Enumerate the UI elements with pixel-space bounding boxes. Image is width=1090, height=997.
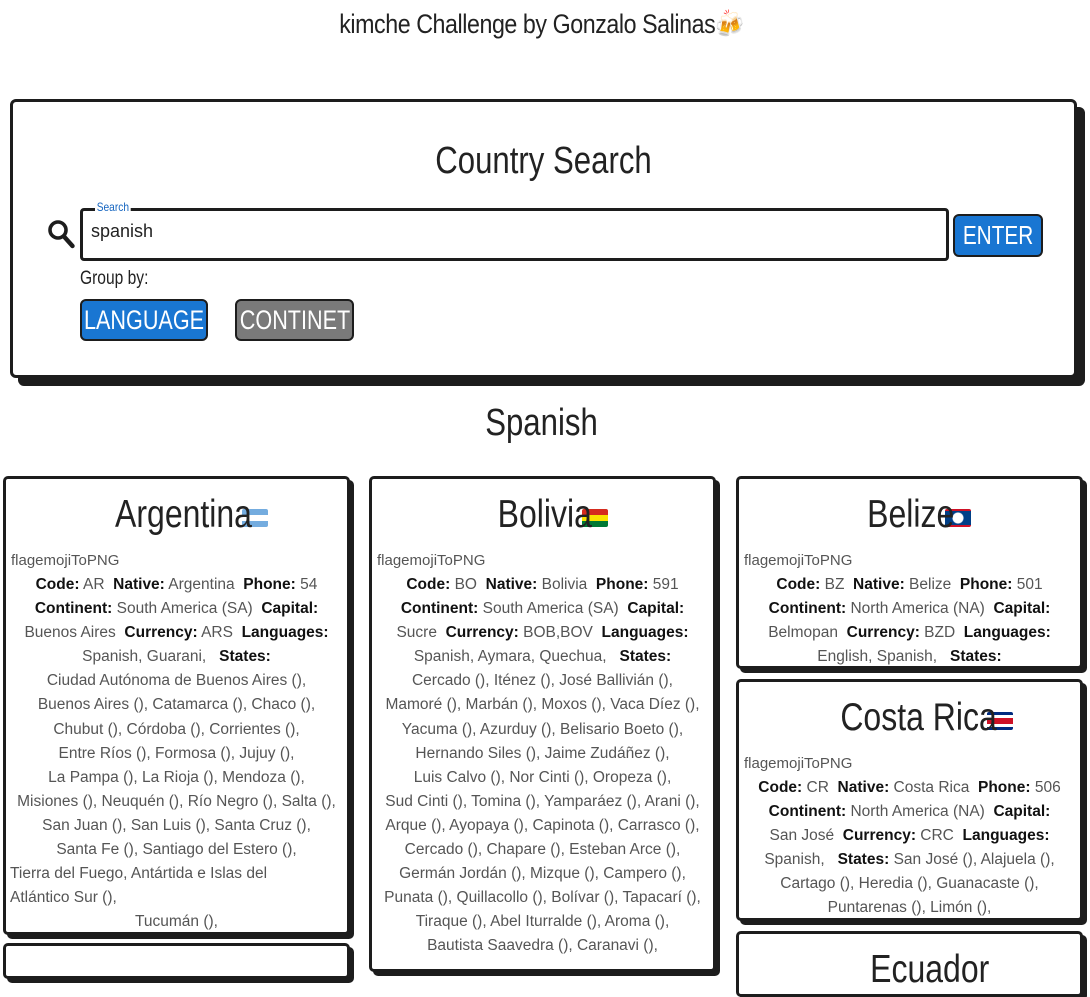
country-name: Argentina [115, 493, 252, 536]
app-title: kimche Challenge by Gonzalo Salinas🍻 [339, 9, 744, 39]
enter-button[interactable]: ENTER [953, 214, 1043, 257]
search-icon[interactable] [47, 219, 75, 249]
states-line: Puntarenas (), Limón (), [827, 899, 992, 917]
states-line: Sud Cinti (), Tomina (), Yamparáez (), A… [385, 792, 700, 810]
country-card-belize: Belize flagemojiToPNG Code: BZ Native: B… [736, 476, 1083, 669]
country-card-bolivia: Bolivia flagemojiToPNG Code: BO Native: … [369, 476, 716, 972]
flag-image-alt: flagemojiToPNG [744, 552, 853, 569]
group-by-label: Group by: [80, 268, 149, 289]
states-line: Luis Calvo (), Nor Cinti (), Oropeza (), [413, 768, 672, 786]
states-line: Atlántico Sur (), [10, 889, 117, 907]
states-line: Arque (), Ayopaya (), Capinota (), Carra… [385, 816, 700, 834]
states-line: Misiones (), Neuquén (), Río Negro (), S… [17, 792, 336, 810]
country-card-costa-rica: Costa Rica flagemojiToPNG Code: CR Nativ… [736, 679, 1083, 921]
states-line: Tiraque (), Abel Iturralde (), Aroma (), [415, 913, 670, 931]
states-line: Bautista Saavedra (), Caranavi (), [427, 937, 658, 955]
country-name: Ecuador [870, 948, 990, 991]
states-line: San Juan (), San Luis (), Santa Cruz (), [42, 816, 311, 834]
country-card-next [3, 943, 350, 979]
states-line: La Pampa (), La Rioja (), Mendoza (), [48, 768, 305, 786]
states-line: Tucumán (), [135, 913, 218, 931]
states-line: Ciudad Autónoma de Buenos Aires (), [46, 672, 307, 690]
country-card-argentina: Argentina flagemojiToPNG Code: AR Native… [3, 476, 350, 935]
group-by-language-button[interactable]: LANGUAGE [80, 299, 208, 341]
group-title: Spanish [485, 402, 598, 444]
flag-image-alt: flagemojiToPNG [377, 552, 486, 569]
search-field-label: Search [95, 200, 131, 214]
states-line: Cercado (), Chapare (), Esteban Arce (), [404, 841, 681, 859]
search-input[interactable] [91, 221, 931, 242]
group-by-continent-button[interactable]: CONTINET [235, 299, 354, 341]
states-line: Hernando Siles (), Jaime Zudáñez (), [415, 744, 670, 762]
states-line: Santa Fe (), Santiago del Estero (), [56, 841, 297, 859]
country-name: Bolivia [497, 493, 592, 536]
flag-image-alt: flagemojiToPNG [11, 552, 120, 569]
beer-icon: 🍻 [715, 9, 744, 39]
states-line: Entre Ríos (), Formosa (), Jujuy (), [58, 744, 295, 762]
search-panel-title: Country Search [435, 140, 652, 182]
states-line: Punata (), Quillacollo (), Bolívar (), T… [384, 889, 701, 907]
country-search-panel: Country Search Search ENTER Group by: LA… [10, 99, 1077, 378]
states-line: Germán Jordán (), Mizque (), Campero (), [399, 865, 686, 883]
search-field[interactable]: Search [80, 200, 949, 261]
states-line: Buenos Aires (), Catamarca (), Chaco (), [37, 696, 316, 714]
states-line: Mamoré (), Marbán (), Moxos (), Vaca Díe… [385, 696, 700, 714]
country-name: Costa Rica [840, 696, 997, 739]
country-name: Belize [867, 493, 955, 536]
states-line: Tierra del Fuego, Antártida e Islas del [10, 865, 268, 883]
states-line: Yacuma (), Azurduy (), Belisario Boeto (… [401, 720, 684, 738]
flag-image-alt: flagemojiToPNG [744, 755, 853, 772]
states-line: Cercado (), Iténez (), José Ballivián ()… [411, 672, 673, 690]
country-card-ecuador: Ecuador [736, 931, 1083, 997]
states-line: Chubut (), Córdoba (), Corrientes (), [53, 720, 300, 738]
states-line: Cartago (), Heredia (), Guanacaste (), [780, 875, 1039, 893]
